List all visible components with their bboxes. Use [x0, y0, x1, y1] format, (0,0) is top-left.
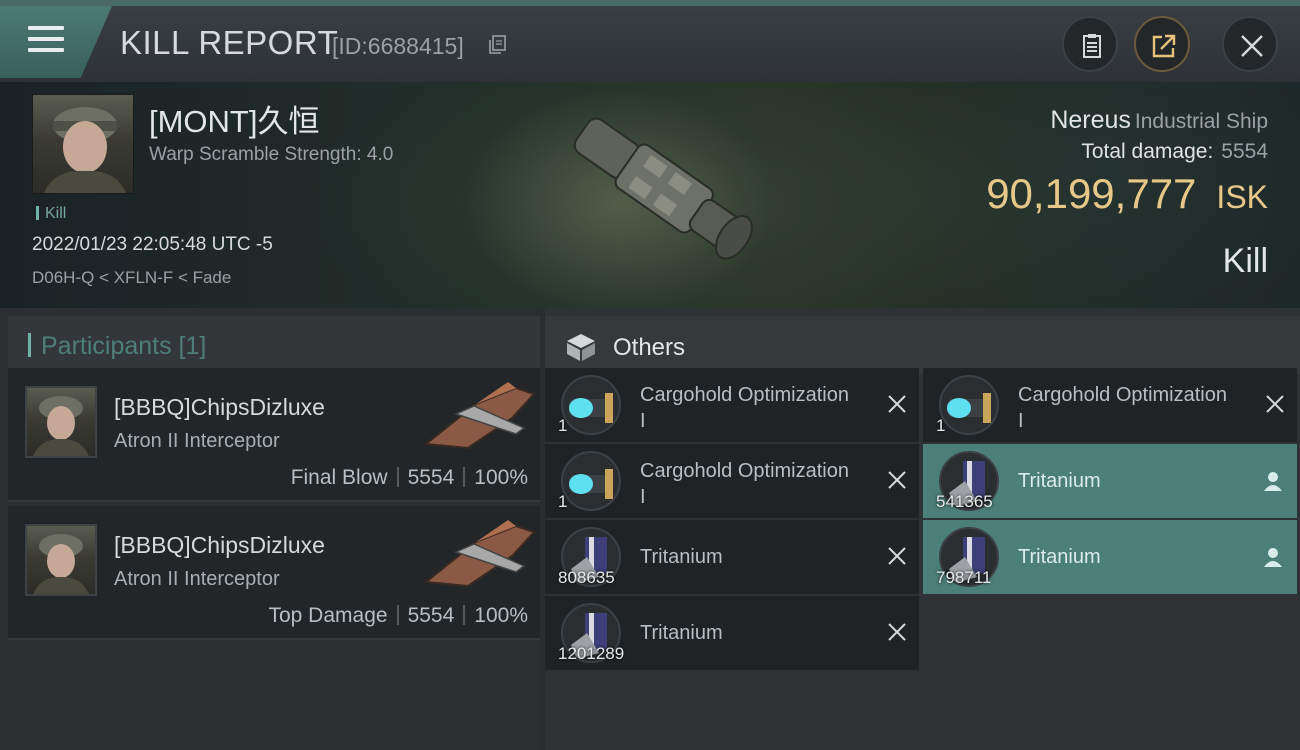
copy-icon[interactable]: [488, 35, 506, 55]
ship-name: Nereus: [1050, 106, 1131, 134]
participant-name[interactable]: [BBBQ]ChipsDizluxe: [114, 532, 325, 559]
item-quantity: 1: [558, 416, 568, 435]
victim-ship-image: [573, 117, 753, 260]
destroyed-x-icon: [888, 623, 906, 641]
participant-role: Top Damage: [268, 604, 388, 627]
report-id: [ID:6688415]: [332, 33, 464, 59]
share-icon: [1152, 34, 1176, 58]
item-name: Tritanium: [640, 622, 723, 644]
close-button[interactable]: [1222, 16, 1278, 72]
participant-portrait[interactable]: [25, 524, 97, 596]
item-quantity: 798711: [936, 568, 992, 587]
participant-stats: Top Damage 5554 100%: [268, 604, 528, 628]
dropped-user-icon: [1264, 548, 1282, 567]
clipboard-icon: [1083, 34, 1101, 58]
kill-datetime: 2022/01/23 22:05:48 UTC -5: [32, 234, 273, 255]
participant-percent: 100%: [474, 604, 528, 627]
participant-ship-image[interactable]: [416, 374, 540, 456]
victim-portrait[interactable]: [32, 94, 134, 194]
destroyed-x-icon: [888, 471, 906, 489]
item-quantity: 1201289: [558, 644, 625, 663]
destroyed-x-icon: [888, 395, 906, 413]
participant-ship: Atron II Interceptor: [114, 568, 280, 590]
pilot-avatar: [33, 396, 89, 456]
item-name: Tritanium: [1018, 470, 1101, 492]
destroyed-x-icon: [888, 547, 906, 565]
isk-value-row: 90,199,777 ISK: [986, 170, 1268, 218]
participant-row[interactable]: [BBBQ]ChipsDizluxe Atron II Interceptor …: [8, 506, 540, 640]
participant-damage: 5554: [407, 604, 455, 627]
item-row[interactable]: 1 Cargohold Optimization I: [923, 368, 1297, 442]
participant-percent: 100%: [474, 466, 528, 489]
header-accent-line: [0, 0, 1300, 6]
destroyed-x-icon: [1266, 395, 1284, 413]
total-damage: Total damage: 5554: [1081, 140, 1268, 164]
cargohold-rig-icon: [939, 375, 999, 435]
share-button[interactable]: [1134, 16, 1190, 72]
dropped-user-icon: [1264, 472, 1282, 491]
page-title: KILL REPORT: [120, 24, 339, 61]
participant-role: Final Blow: [290, 466, 388, 489]
item-quantity: 808635: [558, 568, 615, 587]
isk-unit: ISK: [1216, 179, 1268, 215]
participant-ship: Atron II Interceptor: [114, 430, 280, 452]
others-header: Others: [545, 316, 1300, 374]
others-panel: Others 1 Cargohold Optimization I 1 Carg…: [545, 308, 1300, 750]
participants-panel: Participants [1] [BBBQ]ChipsDizluxe Atro…: [0, 308, 540, 750]
participant-damage: 5554: [407, 466, 455, 489]
participant-stats: Final Blow 5554 100%: [291, 466, 528, 490]
participant-name[interactable]: [BBBQ]ChipsDizluxe: [114, 394, 325, 421]
others-title: Others: [613, 334, 686, 361]
participant-ship-image[interactable]: [416, 512, 540, 594]
ship-class: Industrial Ship: [1134, 110, 1268, 133]
total-damage-value: 5554: [1221, 140, 1268, 163]
isk-value: 90,199,777: [986, 170, 1197, 217]
item-quantity: 541365: [936, 492, 993, 511]
menu-button[interactable]: [0, 6, 112, 78]
item-row[interactable]: 808635 Tritanium: [545, 520, 919, 594]
kill-tag: Kill: [36, 205, 66, 223]
clipboard-button[interactable]: [1062, 16, 1118, 72]
victim-panel: [MONT]久恒 Warp Scramble Strength: 4.0 Kil…: [0, 82, 1300, 308]
item-name: Cargohold Optimization I: [640, 460, 849, 508]
item-name: Tritanium: [640, 546, 723, 568]
total-damage-label: Total damage:: [1081, 140, 1214, 163]
cargo-box-icon: [567, 334, 595, 361]
item-name: Tritanium: [1018, 546, 1101, 568]
hamburger-icon: [28, 26, 64, 59]
item-row[interactable]: 798711 Tritanium: [923, 520, 1297, 594]
participants-header: Participants [1]: [8, 316, 540, 374]
warp-scramble-strength: Warp Scramble Strength: 4.0: [149, 144, 394, 165]
item-name: Cargohold Optimization I: [1018, 384, 1227, 432]
victim-ship[interactable]: Nereus Industrial Ship: [1050, 106, 1268, 135]
victim-name[interactable]: [MONT]久恒: [149, 96, 320, 141]
item-row[interactable]: 1 Cargohold Optimization I: [545, 368, 919, 442]
item-name: Cargohold Optimization I: [640, 384, 849, 432]
close-icon: [1241, 35, 1263, 57]
result-label: Kill: [1222, 242, 1268, 280]
pilot-avatar: [43, 107, 127, 193]
item-quantity: 1: [936, 416, 946, 435]
item-row[interactable]: 1 Cargohold Optimization I: [545, 444, 919, 518]
participant-portrait[interactable]: [25, 386, 97, 458]
kill-location[interactable]: D06H-Q < XFLN-F < Fade: [32, 268, 231, 288]
item-row[interactable]: 1201289 Tritanium: [545, 596, 919, 670]
item-quantity: 1: [558, 492, 568, 511]
participants-title: Participants [1]: [28, 332, 206, 361]
participant-row[interactable]: [BBBQ]ChipsDizluxe Atron II Interceptor …: [8, 368, 540, 502]
cargohold-rig-icon: [561, 375, 621, 435]
header-bar: KILL REPORT [ID:6688415]: [0, 0, 1300, 82]
item-row[interactable]: 541365 Tritanium: [923, 444, 1297, 518]
cargohold-rig-icon: [561, 451, 621, 511]
pilot-avatar: [33, 534, 89, 594]
